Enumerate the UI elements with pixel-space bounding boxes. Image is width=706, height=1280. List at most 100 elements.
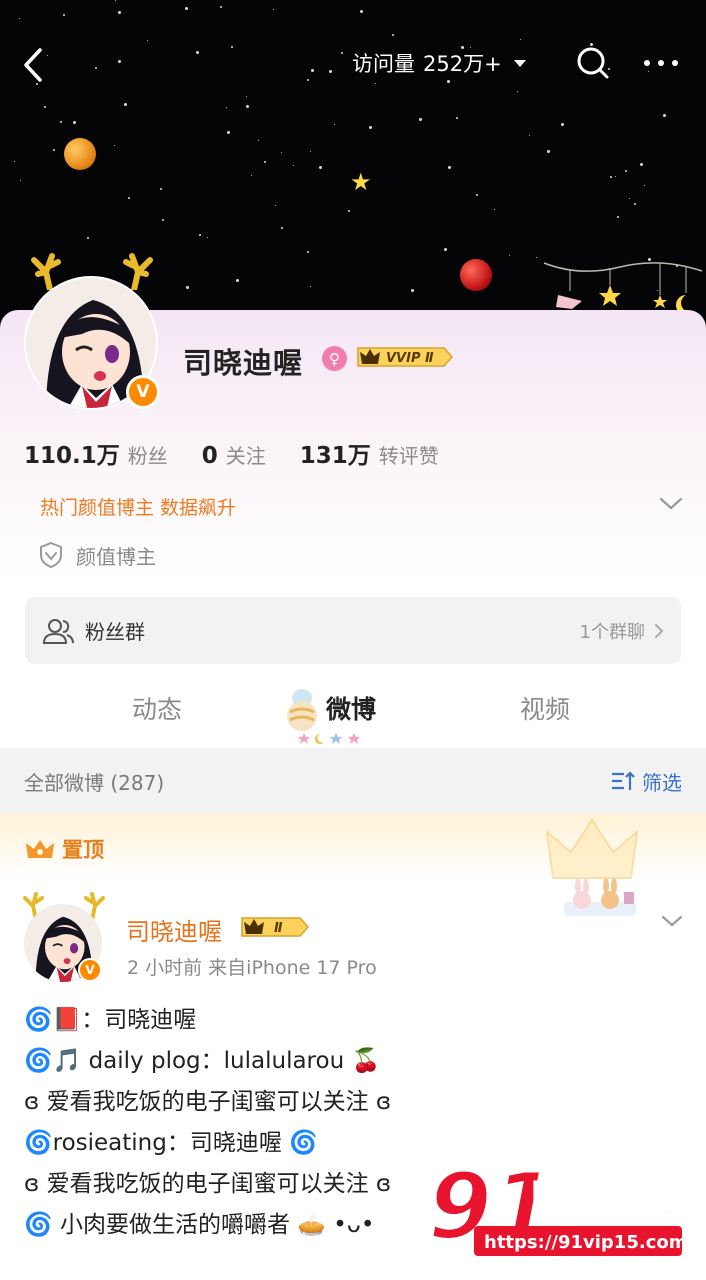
star-dot [640,163,643,166]
star-dot [185,7,188,10]
star-dot [14,161,15,162]
chevron-right-icon [655,623,664,638]
star-dot [115,0,116,1]
fans-group-count-link[interactable]: 1个群聊 [580,618,665,644]
star-dot [663,114,666,117]
post-author-name[interactable]: 司晓迪喔 [126,912,222,947]
shield-check-icon [40,541,62,569]
all-posts-count[interactable]: 全部微博 (287) [24,767,164,796]
post-line: ɞ 爱看我吃饭的电子闺蜜可以关注 ɞ [24,1089,392,1115]
chevron-left-icon [24,48,42,82]
fans-group-count: 1个群聊 [579,621,645,643]
star-dot [227,131,230,134]
tab-weibo[interactable]: 微博 [326,690,376,726]
active-tab-indicator [298,733,360,744]
star-dot [348,210,350,212]
star-dot [547,150,550,153]
more-options-button[interactable] [640,44,682,82]
site-watermark-logo: 91 吃瓜中心 https://91vip15.com [428,1152,690,1262]
star-dot [281,227,283,229]
star-dot [114,145,115,146]
back-button[interactable] [14,38,54,88]
star-dot [160,188,162,190]
red-planet-decoration [460,259,492,291]
star-dot [207,237,208,238]
star-dot [634,203,636,205]
star-dot [476,194,478,196]
star-dot [448,166,451,169]
star-dot [199,234,201,236]
fans-group-row[interactable]: 粉丝群 1个群聊 [25,597,681,664]
vip-badge[interactable]: Ⅱ [240,914,310,940]
star-dot [615,176,616,177]
star-dot [118,11,121,14]
vvip-badge[interactable]: VVIP Ⅱ [356,344,454,370]
star-dot [610,176,612,178]
visits-counter[interactable]: 访问量 252万+ [352,48,526,78]
certification-label: 颜值博主 [76,544,156,569]
star-dot [220,6,222,8]
star-dot [186,286,189,289]
stat-label: 关注 [225,444,266,468]
chevron-down-icon[interactable] [660,912,684,930]
star-dot [369,126,372,129]
filter-button[interactable]: 筛选 [610,767,682,796]
filter-bar: 全部微博 (287) 筛选 [0,748,706,814]
star-dot [246,105,249,108]
star-dot [60,121,62,123]
dot-icon [672,60,678,66]
visits-value: 252万+ [423,52,502,76]
star-dot [124,103,127,106]
filter-label: 筛选 [642,770,682,795]
tab-feed[interactable]: 动态 [132,690,182,726]
star-dot [87,237,89,239]
post-line: 🌀📕：司晓迪喔 [24,1007,197,1033]
tab-video[interactable]: 视频 [520,690,570,726]
stat-label: 转评赞 [378,444,439,468]
search-icon [577,47,609,79]
star-dot [561,123,564,126]
certification-row[interactable]: 颜值博主 [38,540,156,570]
star-dot [411,289,414,292]
group-icon [42,618,74,644]
star-dot [319,166,322,169]
star-dot [334,124,335,125]
visits-label: 访问量 [352,52,415,76]
tab-mascot-icon [287,689,317,731]
search-button[interactable] [574,44,612,82]
star-dot [44,106,46,108]
pinned-text: 置顶 [62,838,104,862]
dot-icon [644,60,650,66]
dot-icon [658,60,664,66]
stat-followers[interactable]: 110.1万 粉丝 [24,436,168,470]
star-dot [19,18,20,19]
stat-reposts-comments-likes[interactable]: 131万 转评赞 [300,436,439,470]
stat-following[interactable]: 0 关注 [202,440,266,469]
star-dot [226,107,227,108]
crown-decoration [545,818,639,879]
chevron-down-icon[interactable] [658,494,684,514]
star-dot [53,149,55,151]
star-dot [509,255,510,256]
star-dot [644,185,645,186]
star-dot [20,180,21,181]
stat-value: 131万 [299,443,371,469]
female-gender-icon: ♀ [322,346,347,371]
caret-down-icon [513,59,526,67]
stat-value: 110.1万 [24,443,120,469]
fans-group-label: 粉丝群 [85,620,145,644]
star-dot [310,286,311,287]
watermark-brand: 吃瓜中心 [532,1176,690,1222]
star-dot [629,198,630,199]
verified-badge: V [126,375,160,409]
stat-value: 0 [201,443,218,469]
star-dot [310,151,311,152]
orange-planet-decoration [64,138,96,170]
hot-blogger-tag[interactable]: 热门颜值博主 数据飙升 [40,493,236,520]
star-dot [444,248,447,251]
watermark-url: https://91vip15.com [484,1232,687,1253]
vvip-badge-text: VVIP Ⅱ [386,351,434,366]
star-dot [529,135,530,136]
star-dot [617,216,619,218]
antler-decoration [123,253,153,290]
